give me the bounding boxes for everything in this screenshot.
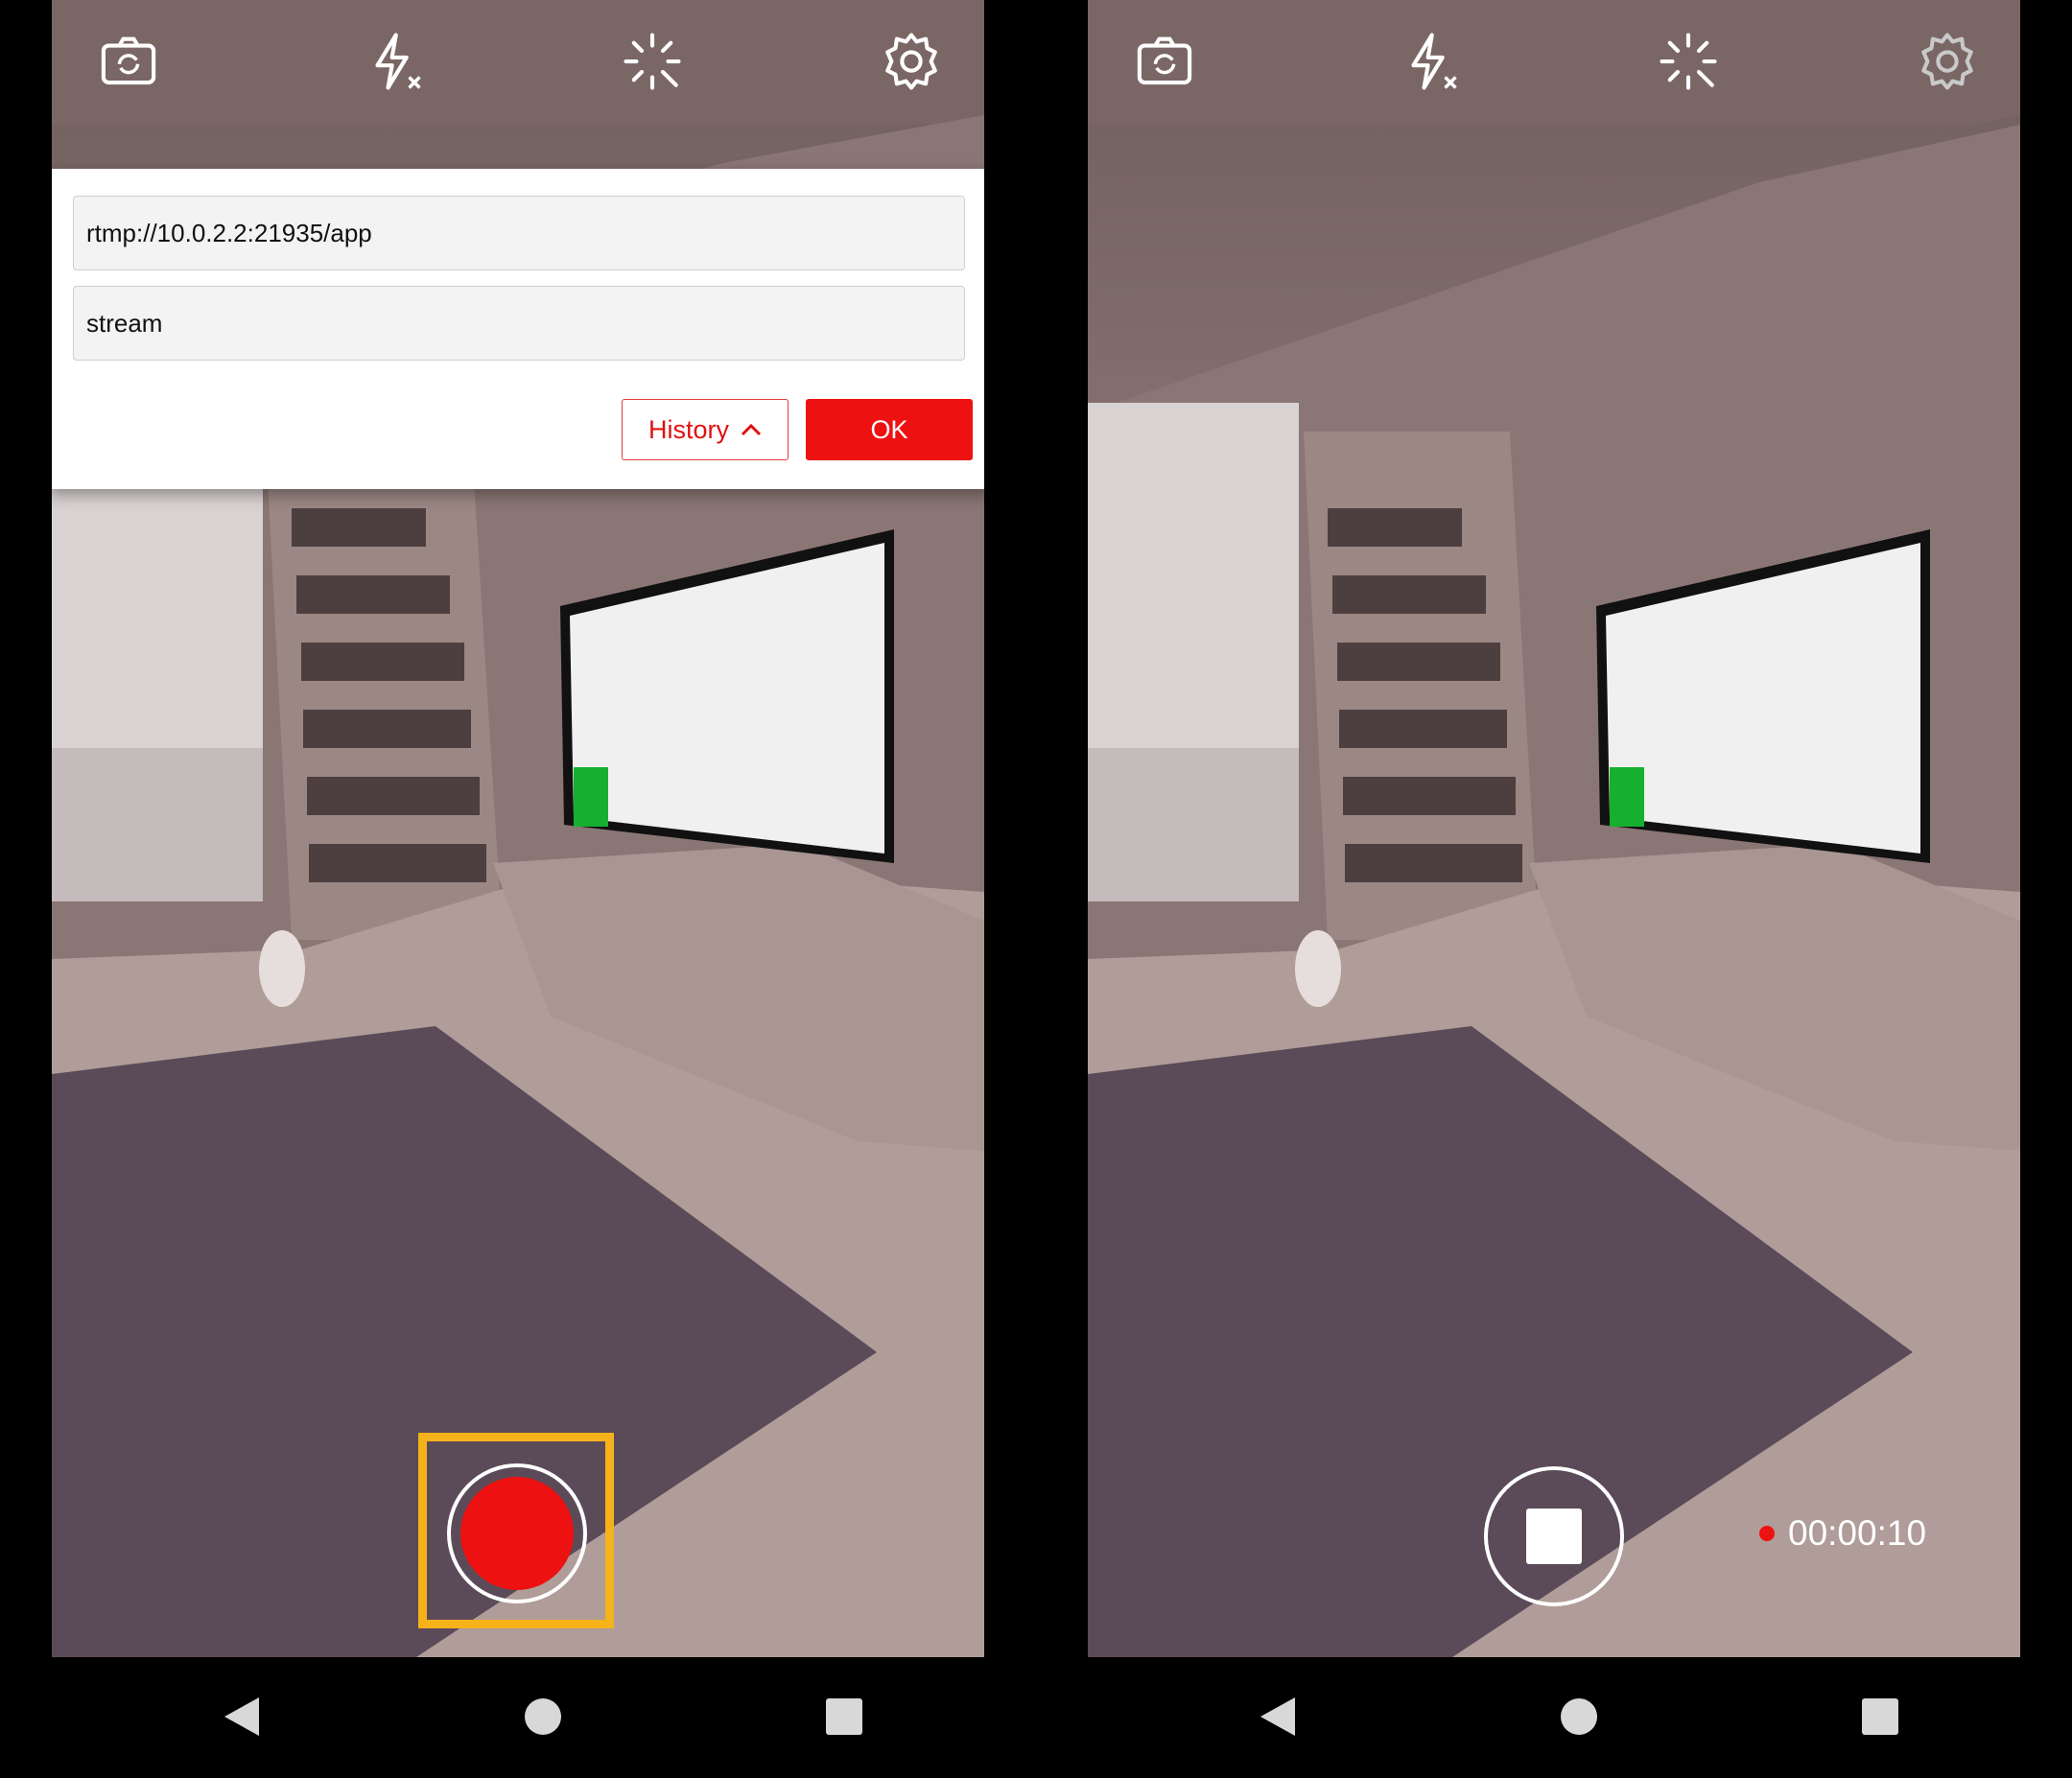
back-icon[interactable] [1253,1692,1303,1742]
settings-icon[interactable] [1913,27,1982,96]
home-icon[interactable] [1554,1692,1604,1742]
right-phone-screen: 00:00:10 [1088,0,2020,1778]
camera-topbar [52,0,984,123]
switch-camera-icon[interactable] [1130,27,1199,96]
camera-topbar [1088,0,2020,123]
effects-icon[interactable] [1654,27,1723,96]
left-phone-screen: rtmp://10.0.2.2:21935/app stream History… [52,0,984,1778]
camera-preview [1088,0,2020,1657]
stream-name-field[interactable]: stream [73,286,965,361]
back-icon[interactable] [217,1692,267,1742]
switch-camera-icon[interactable] [94,27,163,96]
history-button[interactable]: History [622,399,789,460]
system-navbar [52,1657,984,1778]
system-navbar [1088,1657,2020,1778]
room-scene [1088,0,2020,1657]
effects-icon[interactable] [618,27,687,96]
recents-icon[interactable] [1855,1692,1905,1742]
recording-indicator-icon [1759,1526,1775,1541]
flash-off-icon[interactable] [1395,27,1464,96]
ok-button[interactable]: OK [806,399,973,460]
recording-timer: 00:00:10 [1759,1513,1926,1554]
stop-button[interactable] [1484,1466,1624,1606]
stop-square-icon [1526,1509,1582,1564]
record-dot [460,1477,574,1590]
stream-settings-dialog: rtmp://10.0.2.2:21935/app stream History… [52,169,984,489]
record-button[interactable] [447,1463,587,1603]
url-field[interactable]: rtmp://10.0.2.2:21935/app [73,196,965,270]
flash-off-icon[interactable] [359,27,428,96]
recents-icon[interactable] [819,1692,869,1742]
timer-text: 00:00:10 [1788,1513,1927,1553]
chevron-up-icon [741,423,762,436]
history-label: History [648,414,729,444]
home-icon[interactable] [518,1692,568,1742]
settings-icon[interactable] [877,27,946,96]
